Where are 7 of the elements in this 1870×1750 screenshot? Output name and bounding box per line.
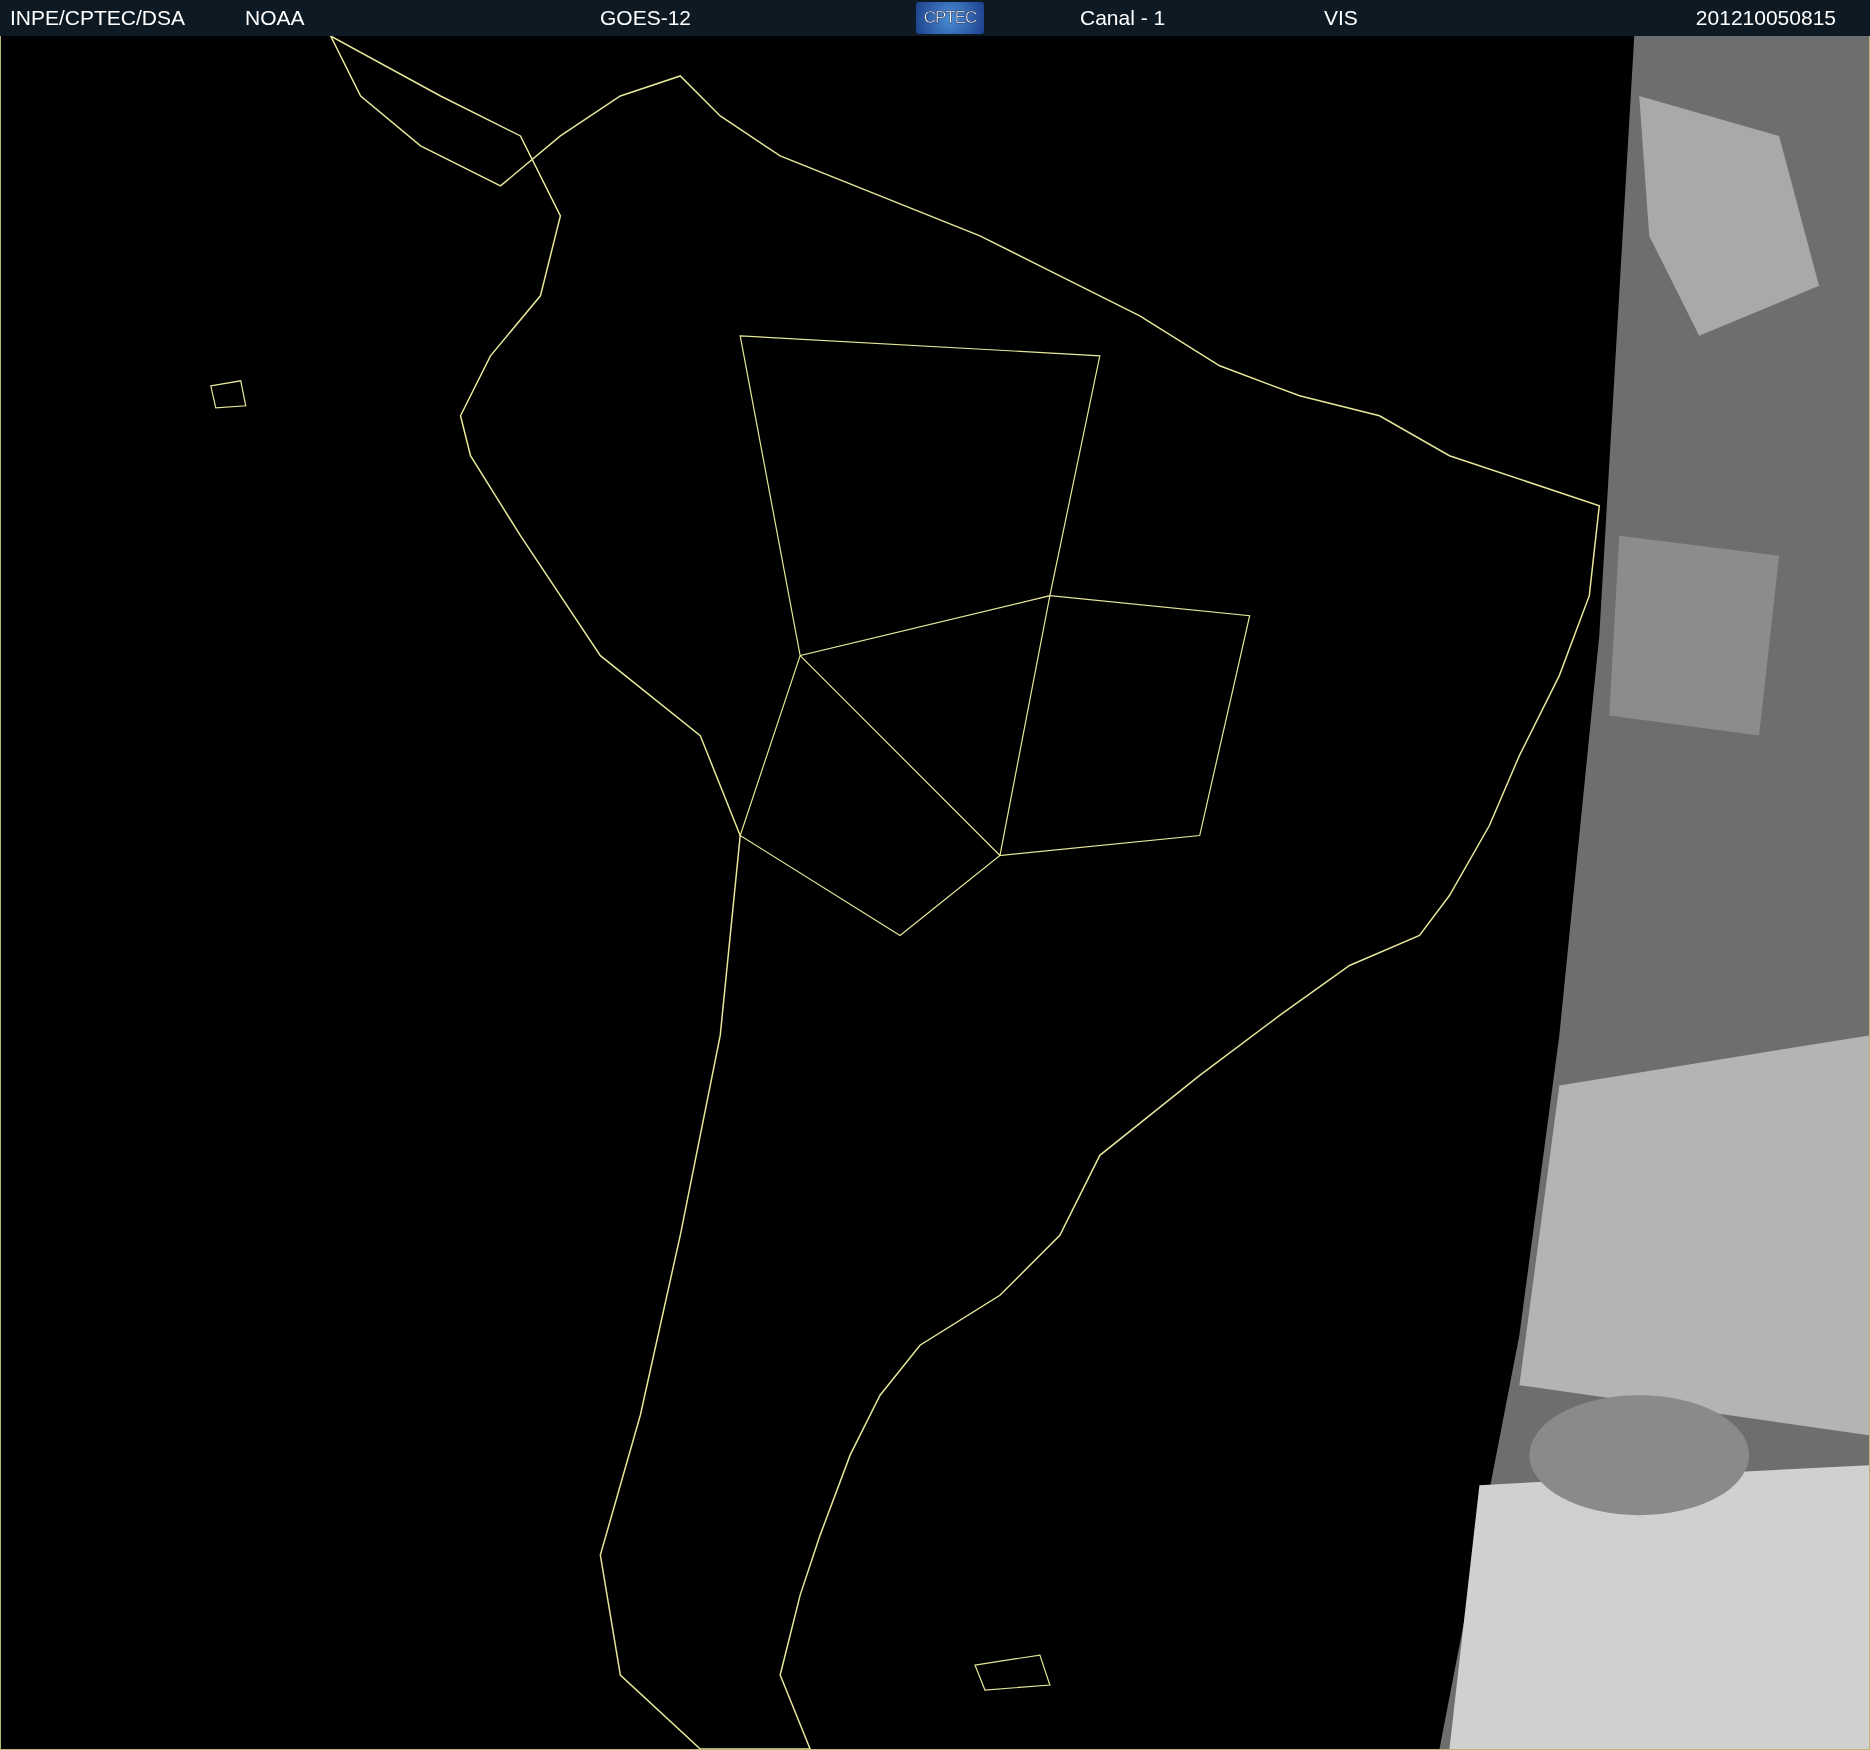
agency-label: NOAA — [245, 6, 305, 30]
timestamp-label: 201210050815 — [1695, 6, 1836, 30]
channel-label: Canal - 1 — [1080, 6, 1166, 30]
band-label: VIS — [1324, 6, 1358, 30]
source-label: INPE/CPTEC/DSA — [10, 6, 186, 30]
satellite-label: GOES-12 — [600, 6, 692, 30]
logo: CPTEC — [916, 2, 984, 34]
